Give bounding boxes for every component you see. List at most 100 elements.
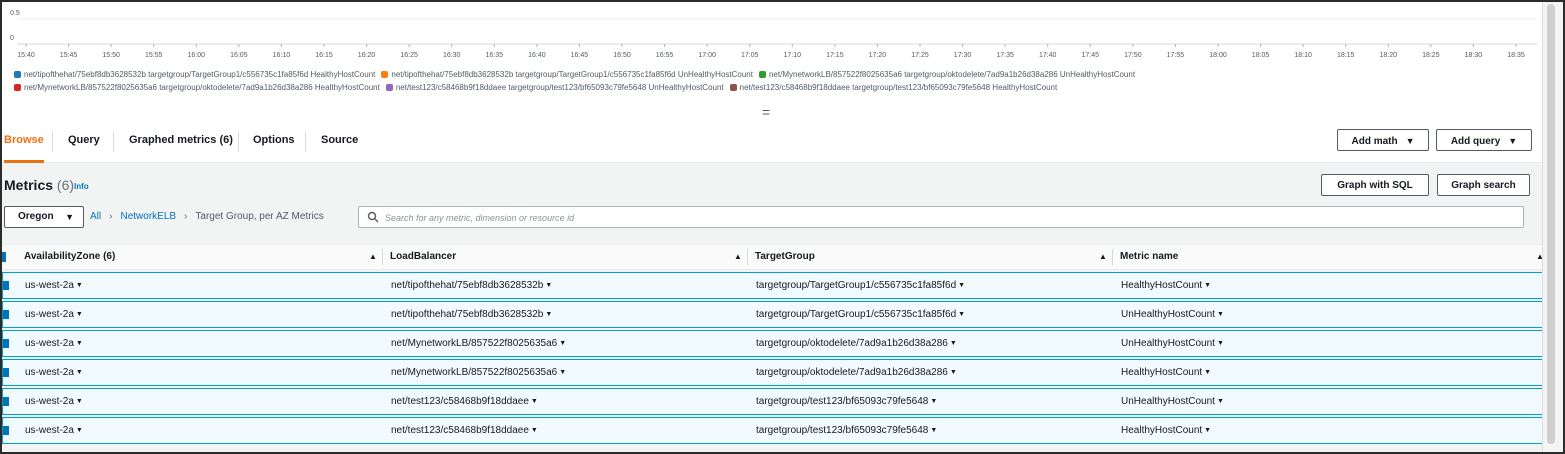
row-checkbox[interactable] (3, 426, 9, 435)
legend-entry[interactable]: net/test123/c58468b9f18ddaee targetgroup… (729, 81, 1057, 94)
table-row[interactable]: us-west-2a ▼ net/test123/c58468b9f18ddaee ▼… (2, 388, 1548, 415)
dropdown-icon[interactable]: ▼ (1204, 427, 1211, 434)
column-header-targetgroup[interactable]: TargetGroup (755, 245, 815, 269)
table-row[interactable]: us-west-2a ▼ net/tipofthehat/75ebf8db36285… (2, 301, 1548, 328)
cell-text: us-west-2a (25, 338, 74, 349)
table-row[interactable]: us-west-2a ▼ net/test123/c58468b9f18ddaee ▼… (2, 417, 1548, 444)
select-all-checkbox[interactable] (2, 252, 6, 262)
cell-metric-name[interactable]: HealthyHostCount ▼ (1121, 273, 1211, 298)
search-input[interactable] (383, 209, 1517, 227)
dropdown-icon[interactable]: ▼ (76, 369, 83, 376)
cell-loadbalancer[interactable]: net/tipofthehat/75ebf8db3628532b ▼ (391, 273, 552, 298)
add-query-button[interactable]: Add query ▼ (1436, 129, 1532, 151)
row-checkbox[interactable] (3, 281, 9, 290)
breadcrumb-all[interactable]: All (90, 211, 101, 222)
dropdown-icon[interactable]: ▼ (76, 398, 83, 405)
breadcrumb-namespace[interactable]: NetworkELB (120, 211, 176, 222)
dropdown-icon[interactable]: ▼ (76, 311, 83, 318)
info-link[interactable]: Info (74, 182, 89, 191)
cell-targetgroup[interactable]: targetgroup/oktodelete/7ad9a1b26d38a286 ▼ (756, 360, 957, 385)
legend-entry[interactable]: net/tipofthehat/75ebf8db3628532b targetg… (381, 68, 753, 81)
column-header-loadbalancer[interactable]: LoadBalancer (390, 245, 456, 269)
tab-source[interactable]: Source (321, 122, 358, 160)
cell-targetgroup[interactable]: targetgroup/TargetGroup1/c556735c1fa85f6… (756, 273, 965, 298)
dropdown-icon[interactable]: ▼ (1217, 340, 1224, 347)
cell-metric-name[interactable]: UnHealthyHostCount ▼ (1121, 389, 1224, 414)
dropdown-icon[interactable]: ▼ (1217, 311, 1224, 318)
cell-text: UnHealthyHostCount (1121, 338, 1215, 349)
cell-loadbalancer[interactable]: net/MynetworkLB/857522f8025635a6 ▼ (391, 360, 566, 385)
cell-loadbalancer[interactable]: net/MynetworkLB/857522f8025635a6 ▼ (391, 331, 566, 356)
cell-targetgroup[interactable]: targetgroup/test123/bf65093c79fe5648 ▼ (756, 418, 937, 443)
metrics-graph: 0.5 0 15:40 15:45 15:50 15:55 16:00 16:05 16:10 1… (2, 2, 1542, 102)
row-checkbox[interactable] (3, 368, 9, 377)
column-header-metric-name[interactable]: Metric name (1120, 245, 1178, 269)
dropdown-icon[interactable]: ▼ (559, 369, 566, 376)
dropdown-icon[interactable]: ▼ (1217, 398, 1224, 405)
scrollbar-thumb[interactable] (1547, 4, 1555, 444)
dropdown-icon[interactable]: ▼ (930, 398, 937, 405)
legend-entry[interactable]: net/MynetworkLB/857522f8025635a6 targetg… (14, 81, 380, 94)
cell-availabilityzone[interactable]: us-west-2a ▼ (25, 418, 83, 443)
legend-label: net/tipofthehat/75ebf8db3628532b targetg… (24, 70, 376, 79)
cell-metric-name[interactable]: HealthyHostCount ▼ (1121, 418, 1211, 443)
cell-targetgroup[interactable]: targetgroup/TargetGroup1/c556735c1fa85f6… (756, 302, 965, 327)
dropdown-icon[interactable]: ▼ (958, 282, 965, 289)
legend-swatch (385, 84, 393, 91)
vertical-scrollbar[interactable] (1542, 2, 1563, 452)
resize-handle[interactable]: = (762, 105, 770, 119)
graph-search-button[interactable]: Graph search (1437, 174, 1530, 196)
metrics-console: 0.5 0 15:40 15:45 15:50 15:55 16:00 16:05 16:10 1… (0, 0, 1565, 454)
dropdown-icon[interactable]: ▼ (76, 282, 83, 289)
cell-availabilityzone[interactable]: us-west-2a ▼ (25, 302, 83, 327)
cell-loadbalancer[interactable]: net/tipofthehat/75ebf8db3628532b ▼ (391, 302, 552, 327)
dropdown-icon[interactable]: ▼ (545, 311, 552, 318)
x-tick-label: 18:30 (1465, 52, 1483, 59)
cell-targetgroup[interactable]: targetgroup/test123/bf65093c79fe5648 ▼ (756, 389, 937, 414)
legend-entry[interactable]: net/MynetworkLB/857522f8025635a6 targetg… (758, 68, 1135, 81)
cell-metric-name[interactable]: HealthyHostCount ▼ (1121, 360, 1211, 385)
dropdown-icon[interactable]: ▼ (950, 340, 957, 347)
table-row[interactable]: us-west-2a ▼ net/tipofthehat/75ebf8db36285… (2, 272, 1548, 299)
cell-loadbalancer[interactable]: net/test123/c58468b9f18ddaee ▼ (391, 389, 538, 414)
tab-options[interactable]: Options (253, 122, 295, 160)
dropdown-icon[interactable]: ▼ (1204, 369, 1211, 376)
dropdown-icon[interactable]: ▼ (559, 340, 566, 347)
sort-ascending-icon[interactable]: ▲ (1099, 245, 1107, 269)
legend-entry[interactable]: net/test123/c58468b9f18ddaee targetgroup… (385, 81, 724, 94)
dropdown-icon[interactable]: ▼ (545, 282, 552, 289)
dropdown-icon[interactable]: ▼ (76, 427, 83, 434)
cell-metric-name[interactable]: UnHealthyHostCount ▼ (1121, 302, 1224, 327)
dropdown-icon[interactable]: ▼ (76, 340, 83, 347)
cell-loadbalancer[interactable]: net/test123/c58468b9f18ddaee ▼ (391, 418, 538, 443)
dropdown-icon[interactable]: ▼ (531, 427, 538, 434)
legend-label: net/test123/c58468b9f18ddaee targetgroup… (395, 83, 724, 92)
cell-targetgroup[interactable]: targetgroup/oktodelete/7ad9a1b26d38a286 ▼ (756, 331, 957, 356)
tab-graphed-metrics[interactable]: Graphed metrics (6) (129, 122, 233, 160)
cell-availabilityzone[interactable]: us-west-2a ▼ (25, 389, 83, 414)
tab-query[interactable]: Query (68, 122, 100, 160)
cell-availabilityzone[interactable]: us-west-2a ▼ (25, 273, 83, 298)
dropdown-icon[interactable]: ▼ (950, 369, 957, 376)
add-math-button[interactable]: Add math ▼ (1337, 129, 1429, 151)
cell-metric-name[interactable]: UnHealthyHostCount ▼ (1121, 331, 1224, 356)
legend-entry[interactable]: net/tipofthehat/75ebf8db3628532b targetg… (14, 68, 375, 81)
cell-availabilityzone[interactable]: us-west-2a ▼ (25, 331, 83, 356)
tab-browse[interactable]: Browse (4, 122, 44, 163)
dropdown-icon[interactable]: ▼ (531, 398, 538, 405)
dropdown-icon[interactable]: ▼ (1204, 282, 1211, 289)
graph-with-sql-button[interactable]: Graph with SQL (1321, 174, 1429, 196)
table-row[interactable]: us-west-2a ▼ net/MynetworkLB/857522f802563… (2, 330, 1548, 357)
sort-ascending-icon[interactable]: ▲ (734, 245, 742, 269)
row-checkbox[interactable] (3, 310, 9, 319)
dropdown-icon[interactable]: ▼ (930, 427, 937, 434)
table-row[interactable]: us-west-2a ▼ net/MynetworkLB/857522f802563… (2, 359, 1548, 386)
dropdown-icon[interactable]: ▼ (958, 311, 965, 318)
cell-availabilityzone[interactable]: us-west-2a ▼ (25, 360, 83, 385)
row-checkbox[interactable] (3, 397, 9, 406)
sort-ascending-icon[interactable]: ▲ (369, 245, 377, 269)
metric-search-box[interactable] (358, 206, 1524, 228)
row-checkbox[interactable] (3, 339, 9, 348)
column-header-availabilityzone[interactable]: AvailabilityZone (6) (24, 245, 115, 269)
region-select[interactable]: Oregon ▼ (4, 206, 84, 228)
